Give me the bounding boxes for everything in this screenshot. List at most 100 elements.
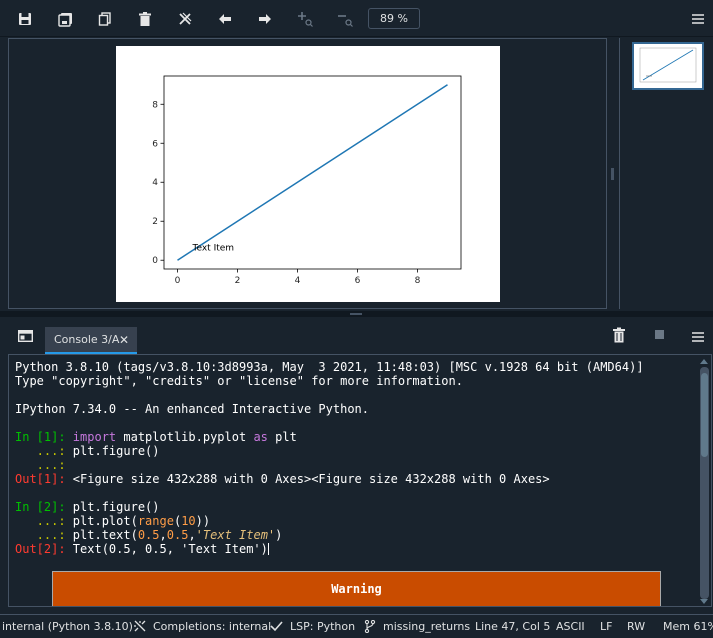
save-icon[interactable] <box>15 9 35 29</box>
save-all-icon[interactable] <box>55 9 75 29</box>
console-header: Console 3/A ✕ <box>0 317 713 354</box>
y-tick-label: 6 <box>152 139 158 149</box>
console-text-segment: as <box>253 430 268 444</box>
console-text-segment: plt.figure() <box>72 444 160 458</box>
console-options-menu-icon[interactable] <box>691 329 705 343</box>
copy-icon[interactable] <box>95 9 115 29</box>
text-cursor <box>267 543 269 555</box>
remove-variables-icon[interactable] <box>612 327 626 343</box>
check-icon <box>270 620 283 635</box>
output-prompt: Out[2]: <box>15 542 73 556</box>
console-line: ...: plt.text(0.5,0.5,'Text Item') <box>15 528 644 542</box>
console-text-segment: IPython 7.34.0 -- An enhanced Interactiv… <box>15 402 370 416</box>
status-interpreter[interactable]: internal (Python 3.8.10) <box>2 620 133 633</box>
plots-toolbar: 89 % <box>0 0 713 37</box>
console-text-segment: ) <box>275 528 283 542</box>
zoom-level-field[interactable]: 89 % <box>368 8 420 29</box>
delete-icon[interactable] <box>135 9 155 29</box>
plot-viewer: 0 2 4 6 8 0 2 4 6 8 Text Item <box>8 38 607 309</box>
console-text-segment: , <box>188 528 196 542</box>
console-text-segment: , <box>159 528 167 542</box>
close-all-icon[interactable] <box>175 9 195 29</box>
console-line: ...: plt.figure() <box>15 444 644 458</box>
console-text-segment: matplotlib.pyplot <box>116 430 254 444</box>
status-memory: Mem 61% <box>663 620 713 633</box>
y-tick-label: 0 <box>152 256 158 266</box>
console-text-segment: )) <box>195 514 211 528</box>
status-lsp[interactable]: LSP: Python <box>290 620 355 633</box>
console-line: ...: <box>15 458 644 472</box>
y-tick-label: 2 <box>152 217 158 227</box>
options-menu-icon[interactable] <box>691 11 705 25</box>
console-text-segment: Text(0.5, 0.5, 'Text Item') <box>72 542 268 556</box>
console-scrollbar[interactable] <box>700 367 709 599</box>
completions-icon <box>133 620 147 636</box>
console-text-segment: 10 <box>181 514 196 528</box>
continuation-prompt: ...: <box>15 458 73 472</box>
status-completions[interactable]: Completions: internal <box>153 620 271 633</box>
console-line: Out[2]: Text(0.5, 0.5, 'Text Item') <box>15 542 644 556</box>
console-text-segment: 'Text Item' <box>195 528 276 542</box>
stop-icon[interactable] <box>655 330 664 339</box>
x-tick-label: 4 <box>295 276 301 286</box>
input-prompt: In [1]: <box>15 430 73 444</box>
close-tab-icon[interactable]: ✕ <box>119 333 129 347</box>
previous-icon[interactable] <box>215 9 235 29</box>
continuation-prompt: ...: <box>15 528 73 542</box>
status-bar: internal (Python 3.8.10) Completions: in… <box>0 614 713 638</box>
zoom-out-icon[interactable] <box>335 9 355 29</box>
console-tab-label: Console 3/A <box>54 333 120 346</box>
console-scrollbar-thumb[interactable] <box>701 373 708 457</box>
x-tick-label: 2 <box>235 276 241 286</box>
output-prompt: Out[1]: <box>15 472 73 486</box>
continuation-prompt: ...: <box>15 444 73 458</box>
continuation-prompt: ...: <box>15 514 73 528</box>
x-tick-label: 6 <box>355 276 361 286</box>
console-line: In [2]: plt.figure() <box>15 500 644 514</box>
console-line: IPython 7.34.0 -- An enhanced Interactiv… <box>15 402 644 416</box>
ipython-console[interactable]: Python 3.8.10 (tags/v3.8.10:3d8993a, May… <box>8 354 712 607</box>
thumbnail-chart <box>639 47 697 83</box>
console-text-segment: plt <box>267 430 297 444</box>
console-tab[interactable]: Console 3/A ✕ <box>45 327 137 354</box>
warning-banner: Warning <box>52 571 661 606</box>
spyder-window: 89 % 0 2 4 6 8 0 2 4 6 8 Text Item Console 3/A ✕ <box>0 0 713 638</box>
vertical-splitter-handle[interactable] <box>611 168 614 180</box>
console-text-segment: plt.text( <box>72 528 138 542</box>
next-icon[interactable] <box>255 9 275 29</box>
scroll-up-arrow-icon[interactable] <box>700 359 708 364</box>
warning-title: Warning <box>331 582 382 596</box>
scroll-down-arrow-icon[interactable] <box>700 599 708 604</box>
status-branch[interactable]: missing_returns <box>383 620 470 633</box>
x-tick-label: 8 <box>415 276 421 286</box>
thumbnail-sidebar <box>619 38 713 309</box>
status-cursor-position: Line 47, Col 5 <box>475 620 551 633</box>
y-tick-label: 8 <box>152 100 158 110</box>
line-chart: 0 2 4 6 8 0 2 4 6 8 Text Item <box>152 75 462 286</box>
zoom-in-icon[interactable] <box>295 9 315 29</box>
console-line: Out[1]: <Figure size 432x288 with 0 Axes… <box>15 472 644 486</box>
console-text-segment: 0.5 <box>137 528 160 542</box>
console-line: In [1]: import matplotlib.pyplot as plt <box>15 430 644 444</box>
console-text-segment: range <box>137 514 174 528</box>
console-text-segment: <Figure size 432x288 with 0 Axes><Figure… <box>72 472 550 486</box>
input-prompt: In [2]: <box>15 500 73 514</box>
git-branch-icon <box>364 619 376 636</box>
console-text-segment: Python 3.8.10 (tags/v3.8.10:3d8993a, May… <box>15 360 644 374</box>
console-text-segment: Type "copyright", "credits" or "license"… <box>15 374 463 388</box>
y-tick-label: 4 <box>152 178 158 188</box>
text-annotation: Text Item <box>192 243 235 253</box>
console-output[interactable]: Python 3.8.10 (tags/v3.8.10:3d8993a, May… <box>15 360 644 556</box>
browse-tabs-icon[interactable] <box>17 327 34 343</box>
horizontal-splitter-handle[interactable] <box>350 313 362 315</box>
console-line: Python 3.8.10 (tags/v3.8.10:3d8993a, May… <box>15 360 644 374</box>
status-encoding: ASCII <box>556 620 585 633</box>
x-tick-label: 0 <box>175 276 181 286</box>
console-text-segment: import <box>72 430 117 444</box>
plot-thumbnail[interactable] <box>632 42 704 90</box>
figure-canvas[interactable]: 0 2 4 6 8 0 2 4 6 8 Text Item <box>116 46 500 302</box>
console-line: ...: plt.plot(range(10)) <box>15 514 644 528</box>
